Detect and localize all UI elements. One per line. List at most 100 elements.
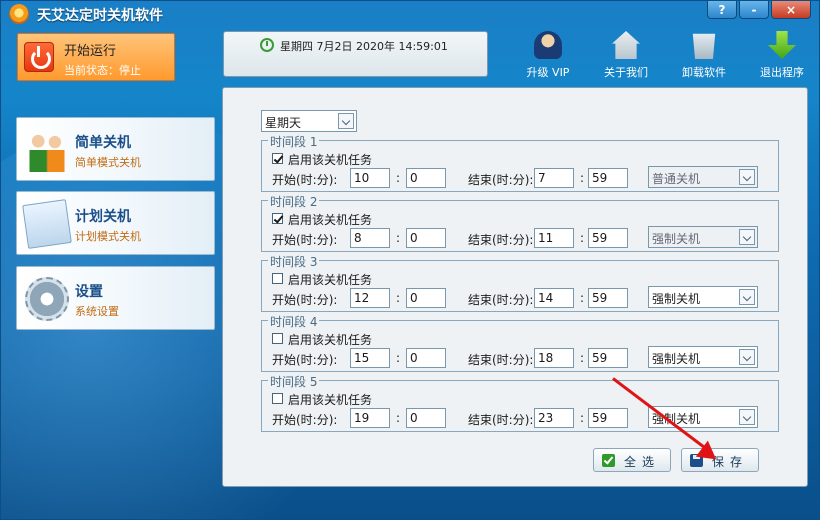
start-time-label: 开始(时:分): <box>272 353 338 367</box>
about-us-label: 关于我们 <box>604 66 648 79</box>
sidebar-item-plan-shutdown[interactable]: 计划关机 计划模式关机 <box>16 191 215 255</box>
start-hour-input[interactable]: 19 <box>350 408 390 428</box>
shutdown-type-value: 强制关机 <box>652 292 701 306</box>
chevron-down-icon[interactable] <box>739 169 755 185</box>
time-colon: : <box>396 231 401 245</box>
chevron-down-icon[interactable] <box>338 113 354 129</box>
enable-checkbox[interactable] <box>272 333 283 344</box>
start-minute-input[interactable]: 0 <box>406 228 446 248</box>
chevron-down-icon[interactable] <box>739 349 755 365</box>
start-minute-input[interactable]: 0 <box>406 168 446 188</box>
shutdown-type-value: 强制关机 <box>652 352 701 366</box>
toolbar: 升级 VIP 关于我们 卸载软件 退出程序 <box>509 31 819 79</box>
chevron-down-icon[interactable] <box>739 229 755 245</box>
upgrade-vip-button[interactable]: 升级 VIP <box>509 31 587 79</box>
end-time-label: 结束(时:分): <box>468 173 534 187</box>
power-icon <box>24 42 54 72</box>
datetime-display: 星期四 7月2日 2020年 14:59:01 <box>223 31 488 77</box>
end-minute-input[interactable]: 59 <box>588 348 628 368</box>
chevron-down-icon[interactable] <box>739 289 755 305</box>
time-colon: : <box>396 171 401 185</box>
chevron-down-icon[interactable] <box>739 409 755 425</box>
shutdown-type-select[interactable]: 强制关机 <box>648 226 758 248</box>
end-time-label: 结束(时:分): <box>468 293 534 307</box>
end-time-label: 结束(时:分): <box>468 353 534 367</box>
end-time-label: 结束(时:分): <box>468 413 534 427</box>
enable-checkbox[interactable] <box>272 273 283 284</box>
sidebar-item-title: 设置 <box>75 284 103 300</box>
end-hour-input[interactable]: 14 <box>534 288 574 308</box>
enable-label: 启用该关机任务 <box>288 213 373 227</box>
start-time-label: 开始(时:分): <box>272 413 338 427</box>
end-minute-input[interactable]: 59 <box>588 168 628 188</box>
enable-label: 启用该关机任务 <box>288 153 373 167</box>
shutdown-type-select[interactable]: 强制关机 <box>648 346 758 368</box>
sidebar-item-title: 计划关机 <box>75 209 131 225</box>
start-minute-input[interactable]: 0 <box>406 288 446 308</box>
sidebar-item-simple-shutdown[interactable]: 简单关机 简单模式关机 <box>16 117 215 181</box>
time-colon: : <box>580 291 585 305</box>
period-title: 时间段 5 <box>268 373 320 390</box>
start-hour-input[interactable]: 10 <box>350 168 390 188</box>
period-title: 时间段 1 <box>268 133 320 150</box>
schedule-panel: 星期天 时间段 1 启用该关机任务 开始(时:分): 10 : 0 结束(时:分… <box>222 87 808 487</box>
start-time-label: 开始(时:分): <box>272 293 338 307</box>
window-controls: ? - × <box>707 1 811 19</box>
end-minute-input[interactable]: 59 <box>588 288 628 308</box>
sidebar-item-title: 简单关机 <box>75 135 131 151</box>
down-arrow-icon <box>768 31 796 59</box>
enable-checkbox[interactable] <box>272 393 283 404</box>
close-button[interactable]: × <box>771 1 811 19</box>
sidebar-item-subtitle: 计划模式关机 <box>75 230 141 243</box>
period-group-3: 时间段 3 启用该关机任务 开始(时:分): 12 : 0 结束(时:分): 1… <box>261 253 779 312</box>
shutdown-type-select[interactable]: 强制关机 <box>648 286 758 308</box>
period-group-2: 时间段 2 启用该关机任务 开始(时:分): 8 : 0 结束(时:分): 11… <box>261 193 779 252</box>
minimize-button[interactable]: - <box>739 1 769 19</box>
time-colon: : <box>580 231 585 245</box>
title-bar: 天艾达定时关机软件 ? - × <box>1 1 819 27</box>
start-hour-input[interactable]: 8 <box>350 228 390 248</box>
help-button[interactable]: ? <box>707 1 737 19</box>
current-status: 当前状态：停止 <box>64 64 141 77</box>
end-time-label: 结束(时:分): <box>468 233 534 247</box>
sidebar-item-subtitle: 系统设置 <box>75 305 119 318</box>
start-hour-input[interactable]: 15 <box>350 348 390 368</box>
enable-checkbox[interactable] <box>272 153 283 164</box>
shutdown-type-select[interactable]: 普通关机 <box>648 166 758 188</box>
weekday-select[interactable]: 星期天 <box>261 110 357 132</box>
end-hour-input[interactable]: 18 <box>534 348 574 368</box>
app-logo-icon <box>9 4 29 24</box>
select-all-label: 全选 <box>624 455 661 469</box>
period-title: 时间段 4 <box>268 313 320 330</box>
sidebar-item-subtitle: 简单模式关机 <box>75 156 141 169</box>
select-all-button[interactable]: 全选 <box>593 448 671 472</box>
app-title: 天艾达定时关机软件 <box>37 8 163 24</box>
about-us-button[interactable]: 关于我们 <box>587 31 665 79</box>
gear-icon <box>25 277 69 321</box>
start-minute-input[interactable]: 0 <box>406 408 446 428</box>
app-window: 天艾达定时关机软件 ? - × 开始运行 当前状态：停止 星期四 7月2日 20… <box>0 0 820 520</box>
end-hour-input[interactable]: 23 <box>534 408 574 428</box>
exit-button[interactable]: 退出程序 <box>743 31 819 79</box>
end-hour-input[interactable]: 7 <box>534 168 574 188</box>
shutdown-type-value: 普通关机 <box>652 172 701 186</box>
period-title: 时间段 3 <box>268 253 320 270</box>
shutdown-type-value: 强制关机 <box>652 232 701 246</box>
uninstall-button[interactable]: 卸载软件 <box>665 31 743 79</box>
enable-label: 启用该关机任务 <box>288 393 373 407</box>
sidebar-item-settings[interactable]: 设置 系统设置 <box>16 266 215 330</box>
time-colon: : <box>396 291 401 305</box>
start-time-label: 开始(时:分): <box>272 233 338 247</box>
end-minute-input[interactable]: 59 <box>588 408 628 428</box>
check-icon <box>602 454 615 467</box>
period-group-4: 时间段 4 启用该关机任务 开始(时:分): 15 : 0 结束(时:分): 1… <box>261 313 779 372</box>
start-minute-input[interactable]: 0 <box>406 348 446 368</box>
start-hour-input[interactable]: 12 <box>350 288 390 308</box>
end-hour-input[interactable]: 11 <box>534 228 574 248</box>
end-minute-input[interactable]: 59 <box>588 228 628 248</box>
notepad-icon <box>22 199 72 249</box>
start-time-label: 开始(时:分): <box>272 173 338 187</box>
start-run-button[interactable]: 开始运行 当前状态：停止 <box>17 33 175 81</box>
datetime-text: 星期四 7月2日 2020年 14:59:01 <box>280 40 448 53</box>
enable-checkbox[interactable] <box>272 213 283 224</box>
